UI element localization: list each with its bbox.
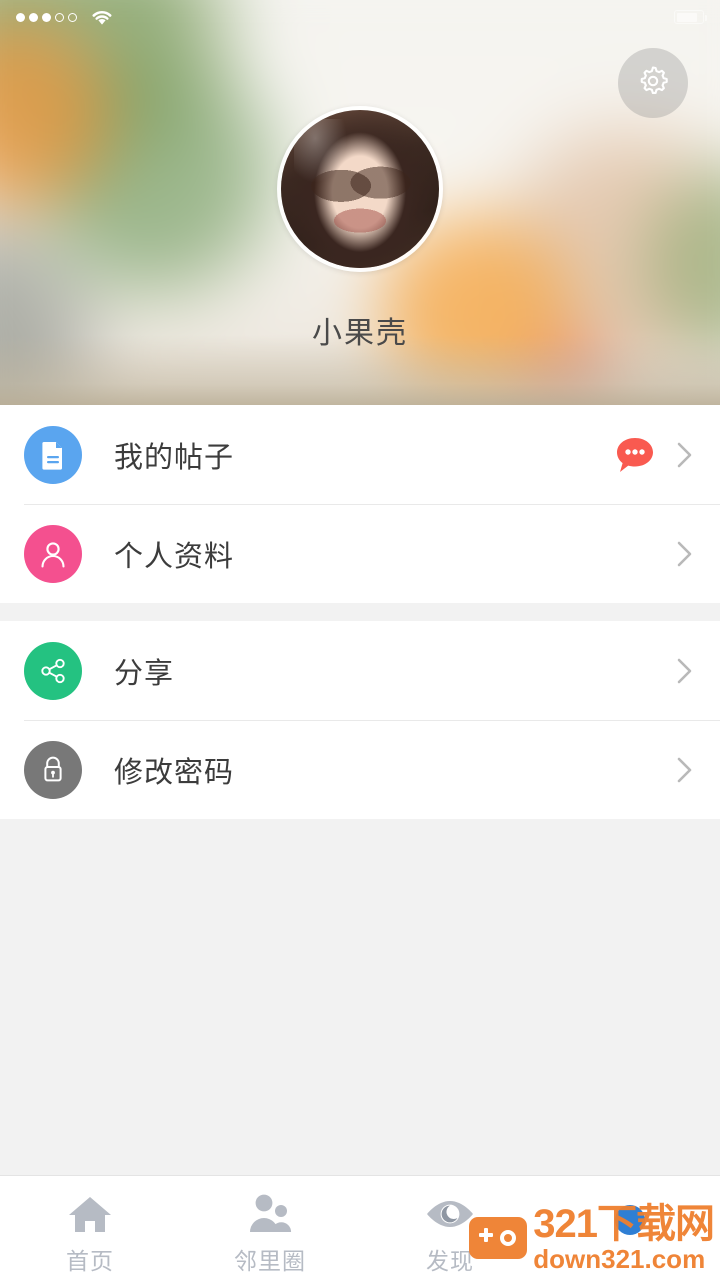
lock-icon <box>24 740 82 799</box>
chevron-right-icon <box>674 535 696 573</box>
tab-label: 发现 <box>426 1248 474 1274</box>
signal-dot-3 <box>42 12 51 22</box>
menu-item-personal-info[interactable]: 个人资料 <box>0 504 720 603</box>
gear-icon <box>634 62 672 105</box>
profile-screen: 小果壳 我的帖子 个人资料 分享 修改密码 首页 邻里圈 发现 321下载网 d… <box>0 0 720 1280</box>
watermark-line-2: down321.com <box>533 1244 706 1274</box>
chevron-right-icon <box>674 751 696 789</box>
tab-label: 邻里圈 <box>234 1248 306 1274</box>
group-separator <box>0 603 720 621</box>
document-icon <box>24 425 82 484</box>
status-bar <box>0 0 720 34</box>
signal-strength-dots <box>16 12 77 22</box>
gamepad-icon <box>469 1217 528 1259</box>
watermark: 321下载网 down321.com <box>469 1202 715 1274</box>
speech-bubble-badge <box>614 436 656 474</box>
menu-item-my-posts[interactable]: 我的帖子 <box>0 405 720 504</box>
avatar-highlight <box>293 119 348 183</box>
signal-dot-1 <box>16 12 25 22</box>
wifi-icon <box>89 8 115 26</box>
menu-group-2: 分享 修改密码 <box>0 621 720 819</box>
tab-home[interactable]: 首页 <box>0 1176 180 1280</box>
share-icon <box>24 641 82 700</box>
signal-dot-5 <box>68 12 77 22</box>
username: 小果壳 <box>312 317 408 350</box>
status-right-group <box>674 10 707 24</box>
menu-item-label: 个人资料 <box>114 540 235 573</box>
watermark-line-1: 321下载网 <box>533 1202 715 1246</box>
people-icon <box>244 1188 296 1240</box>
menu-group-1: 我的帖子 个人资料 <box>0 405 720 603</box>
watermark-text: 321下载网 down321.com <box>533 1202 715 1274</box>
menu-item-change-password[interactable]: 修改密码 <box>0 720 720 819</box>
menu-item-label: 分享 <box>114 657 175 690</box>
chevron-right-icon <box>674 652 696 690</box>
tab-neighborhood[interactable]: 邻里圈 <box>180 1176 360 1280</box>
signal-dot-4 <box>55 12 64 22</box>
avatar[interactable] <box>277 106 443 272</box>
menu-item-label: 我的帖子 <box>114 441 235 474</box>
settings-button[interactable] <box>618 48 688 118</box>
profile-header: 小果壳 <box>0 0 720 405</box>
home-icon <box>64 1188 116 1240</box>
chevron-right-icon <box>674 436 696 474</box>
signal-dot-2 <box>29 12 38 22</box>
menu-item-share[interactable]: 分享 <box>0 621 720 720</box>
battery-icon <box>674 10 707 24</box>
tab-label: 首页 <box>66 1248 114 1274</box>
person-icon <box>24 524 82 583</box>
menu-item-label: 修改密码 <box>114 756 235 789</box>
